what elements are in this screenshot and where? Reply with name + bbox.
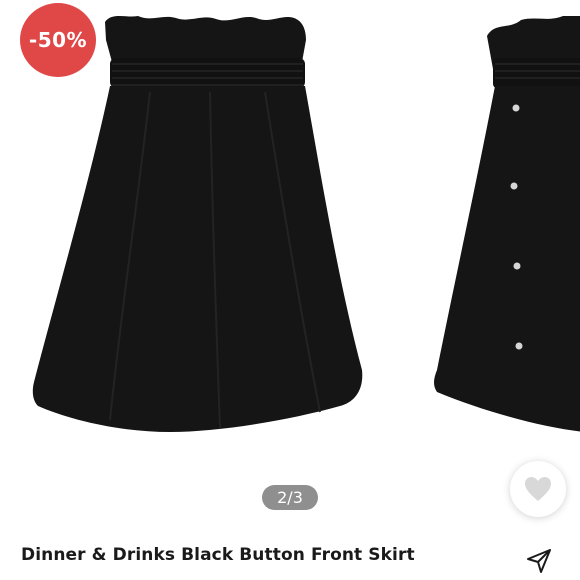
product-title: Dinner & Drinks Black Button Front Skirt [21, 545, 415, 565]
discount-badge: -50% [20, 3, 96, 77]
send-icon [527, 549, 551, 573]
product-image-gallery[interactable]: -50% [0, 0, 580, 470]
image-pager-indicator: 2/3 [262, 485, 318, 510]
share-button[interactable] [526, 548, 552, 574]
product-image-front-view [434, 16, 580, 432]
wishlist-button[interactable] [510, 461, 566, 517]
heart-icon [525, 477, 551, 501]
